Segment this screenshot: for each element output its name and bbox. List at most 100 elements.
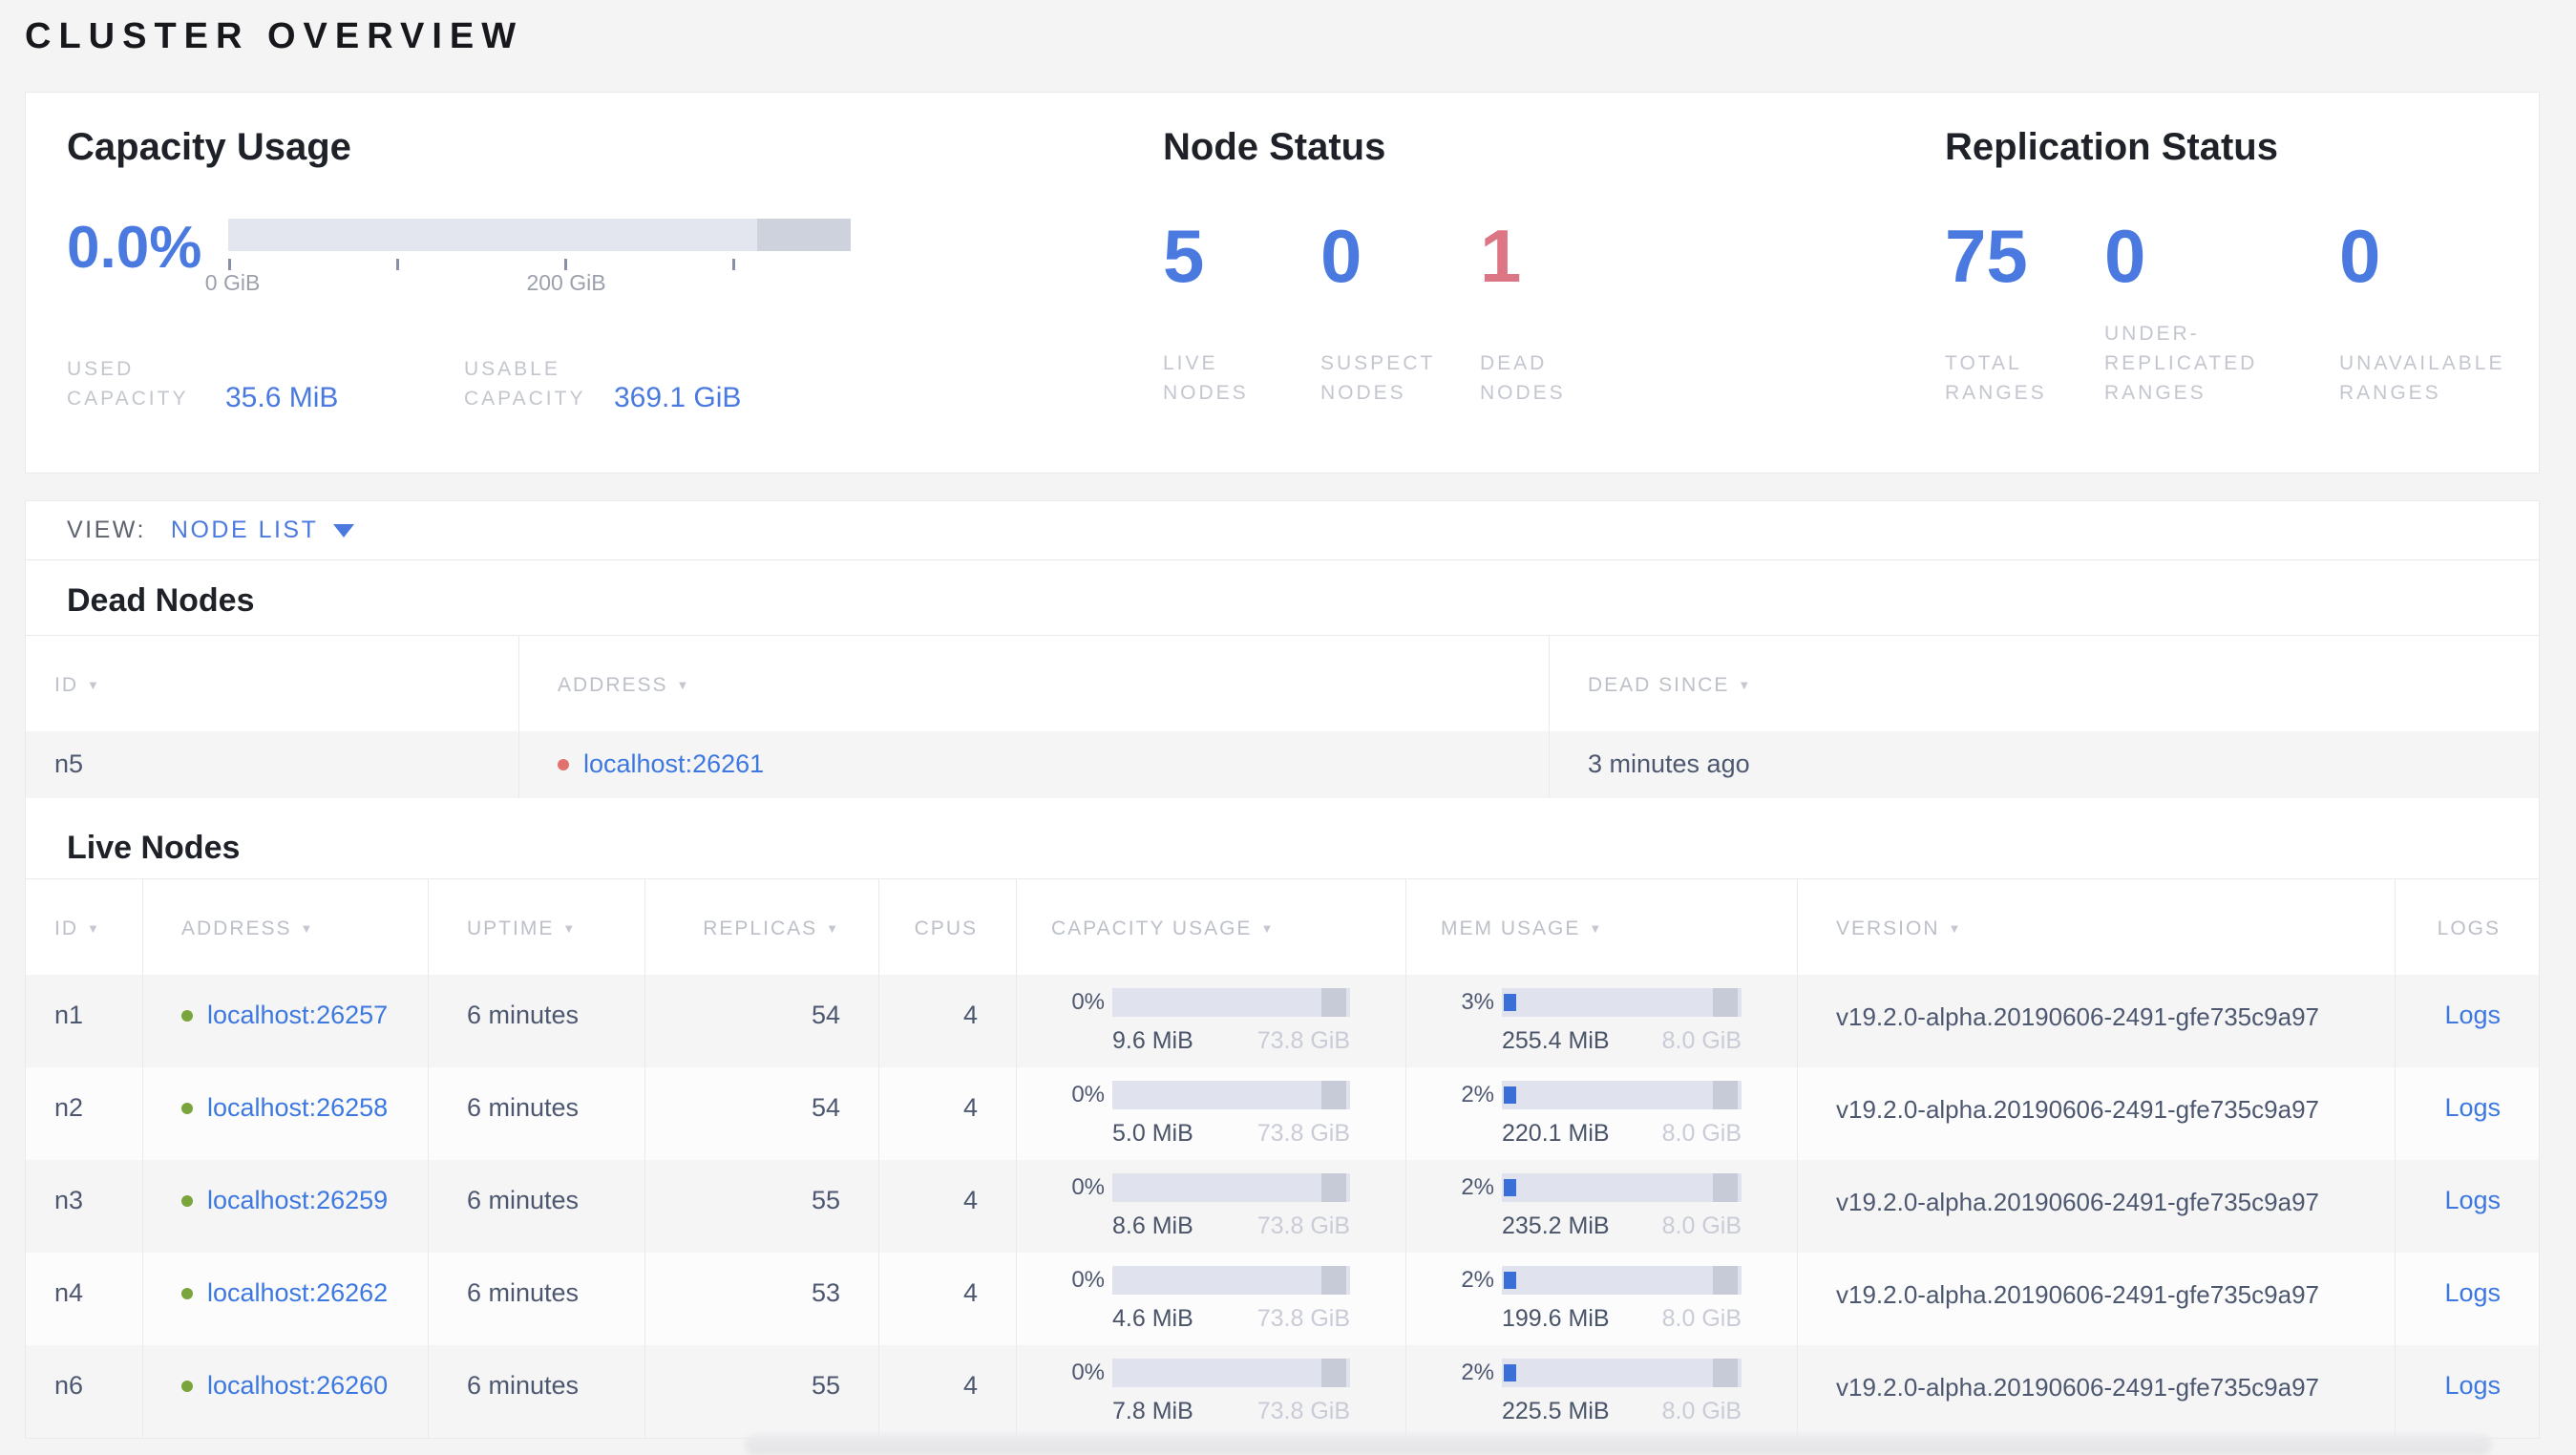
- node-uptime: 6 minutes: [428, 1253, 644, 1345]
- node-replicas: 55: [644, 1345, 878, 1438]
- capacity-usage-bar: [228, 219, 851, 251]
- column-header-logs: LOGS: [2395, 879, 2539, 975]
- suspect-nodes-count: 0: [1320, 214, 1362, 298]
- node-uptime: 6 minutes: [428, 1345, 644, 1438]
- node-mem-usage-cell: 2% 220.1 MiB 8.0 GiB: [1405, 1067, 1797, 1160]
- sort-desc-icon: [301, 921, 315, 936]
- column-header-cpus: CPUS: [878, 879, 1016, 975]
- node-address-cell: localhost:26258: [142, 1067, 428, 1160]
- mem-usage-bar: [1502, 1081, 1742, 1109]
- node-status-title: Node Status: [1163, 126, 1386, 168]
- mem-usage-bar: [1502, 988, 1742, 1017]
- suspect-nodes-label: SUSPECT NODES: [1320, 352, 1436, 404]
- node-address-link[interactable]: localhost:26258: [207, 1093, 388, 1122]
- column-header-mem-usage[interactable]: MEM USAGE: [1405, 879, 1797, 975]
- node-mem-usage-cell: 2% 235.2 MiB 8.0 GiB: [1405, 1160, 1797, 1253]
- node-logs-cell: Logs: [2395, 1253, 2539, 1345]
- column-header-uptime[interactable]: UPTIME: [428, 879, 644, 975]
- node-mem-usage-cell: 2% 225.5 MiB 8.0 GiB: [1405, 1345, 1797, 1438]
- live-nodes-count: 5: [1163, 214, 1205, 298]
- axis-tick: [732, 259, 736, 270]
- under-replicated-ranges-label: UNDER- REPLICATED RANGES: [2104, 323, 2258, 404]
- dead-node-id: n5: [54, 749, 84, 778]
- node-logs-cell: Logs: [2395, 1067, 2539, 1160]
- table-row: n2 localhost:26258 6 minutes 54 4 0% 5.0…: [26, 1067, 2539, 1160]
- node-address-link[interactable]: localhost:26257: [207, 1001, 388, 1029]
- node-cpus: 4: [878, 1253, 1016, 1345]
- column-header-capacity-usage[interactable]: CAPACITY USAGE: [1016, 879, 1405, 975]
- sort-desc-icon: [677, 678, 691, 692]
- node-version: v19.2.0-alpha.20190606-2491-gfe735c9a97: [1797, 1345, 2395, 1438]
- node-uptime: 6 minutes: [428, 1160, 644, 1253]
- node-id: n4: [54, 1278, 84, 1307]
- node-replicas: 54: [644, 1067, 878, 1160]
- bottom-shadow-bar: [745, 1434, 2492, 1455]
- page-title: CLUSTER OVERVIEW: [25, 16, 524, 56]
- capacity-usage-bar: [1112, 1359, 1350, 1387]
- other-usage-segment: [1713, 988, 1738, 1017]
- used-capacity-label: USED CAPACITY: [67, 358, 189, 410]
- live-status-dot-icon: [181, 1103, 193, 1114]
- dead-column-header-dead-since[interactable]: DEAD SINCE: [1549, 636, 2539, 731]
- logs-link[interactable]: Logs: [2444, 1001, 2501, 1029]
- under-replicated-ranges-count: 0: [2104, 214, 2146, 298]
- node-cpus: 4: [878, 1345, 1016, 1438]
- node-capacity-usage-cell: 0% 8.6 MiB 73.8 GiB: [1016, 1160, 1405, 1253]
- capacity-axis-ticks: [228, 251, 851, 270]
- dead-column-header-id[interactable]: ID: [26, 636, 518, 731]
- dead-nodes-label: DEAD NODES: [1480, 352, 1566, 404]
- node-address-cell: localhost:26262: [142, 1253, 428, 1345]
- node-address-link[interactable]: localhost:26261: [583, 749, 764, 778]
- column-header-replicas[interactable]: REPLICAS: [644, 879, 878, 975]
- logs-link[interactable]: Logs: [2444, 1093, 2501, 1122]
- view-selector-dropdown[interactable]: NODE LIST: [171, 517, 355, 544]
- mem-usage-bar: [1502, 1359, 1742, 1387]
- live-status-dot-icon: [181, 1381, 193, 1392]
- usable-capacity-label: USABLE CAPACITY: [464, 358, 586, 410]
- axis-label-0: 0 GiB: [204, 270, 261, 295]
- node-replicas: 55: [644, 1160, 878, 1253]
- column-header-address[interactable]: ADDRESS: [142, 879, 428, 975]
- logs-link[interactable]: Logs: [2444, 1278, 2501, 1307]
- table-row: n4 localhost:26262 6 minutes 53 4 0% 4.6…: [26, 1253, 2539, 1345]
- unavailable-ranges-stat: 0 UNAVAILABLE RANGES: [2339, 219, 2549, 408]
- node-address-link[interactable]: localhost:26262: [207, 1278, 388, 1307]
- node-address-link[interactable]: localhost:26259: [207, 1186, 388, 1214]
- axis-label-200: 200 GiB: [526, 270, 606, 295]
- node-cpus: 4: [878, 1067, 1016, 1160]
- cluster-overview-page: CLUSTER OVERVIEW Capacity Usage 0.0% 0 G…: [0, 0, 2576, 1439]
- node-address-link[interactable]: localhost:26260: [207, 1371, 388, 1400]
- sort-desc-icon: [1738, 678, 1752, 692]
- capacity-percent-value: 0.0%: [67, 215, 202, 281]
- table-row: n3 localhost:26259 6 minutes 55 4 0% 8.6…: [26, 1160, 2539, 1253]
- column-header-version[interactable]: VERSION: [1797, 879, 2395, 975]
- node-capacity-usage-cell: 0% 9.6 MiB 73.8 GiB: [1016, 975, 1405, 1067]
- sort-desc-icon: [1260, 921, 1275, 936]
- used-capacity-value: 35.6 MiB: [225, 382, 339, 413]
- sort-desc-icon: [562, 921, 577, 936]
- logs-link[interactable]: Logs: [2444, 1371, 2501, 1400]
- node-id: n1: [54, 1001, 84, 1029]
- node-mem-usage-cell: 2% 199.6 MiB 8.0 GiB: [1405, 1253, 1797, 1345]
- node-address-cell: localhost:26257: [142, 975, 428, 1067]
- node-uptime: 6 minutes: [428, 1067, 644, 1160]
- dead-column-header-address[interactable]: ADDRESS: [518, 636, 1549, 731]
- node-version: v19.2.0-alpha.20190606-2491-gfe735c9a97: [1797, 975, 2395, 1067]
- other-usage-segment: [1321, 1081, 1346, 1109]
- replication-status-title: Replication Status: [1945, 126, 2278, 168]
- used-capacity-stat: USED CAPACITY 35.6 MiB: [67, 354, 464, 413]
- capacity-usage-title: Capacity Usage: [67, 126, 351, 168]
- replication-status-section: Replication Status 75 TOTAL RANGES 0 UND…: [1945, 125, 2549, 473]
- dead-nodes-count: 1: [1480, 214, 1522, 298]
- logs-link[interactable]: Logs: [2444, 1186, 2501, 1214]
- node-version: v19.2.0-alpha.20190606-2491-gfe735c9a97: [1797, 1253, 2395, 1345]
- dead-node-dead-since: 3 minutes ago: [1549, 731, 2539, 798]
- node-logs-cell: Logs: [2395, 1160, 2539, 1253]
- view-selected-value[interactable]: NODE LIST: [171, 517, 318, 544]
- capacity-usage-bar: [1112, 988, 1350, 1017]
- column-header-id[interactable]: ID: [26, 879, 142, 975]
- node-logs-cell: Logs: [2395, 975, 2539, 1067]
- table-row: n6 localhost:26260 6 minutes 55 4 0% 7.8…: [26, 1345, 2539, 1438]
- unavailable-ranges-label: UNAVAILABLE RANGES: [2339, 352, 2505, 404]
- node-id: n2: [54, 1093, 84, 1122]
